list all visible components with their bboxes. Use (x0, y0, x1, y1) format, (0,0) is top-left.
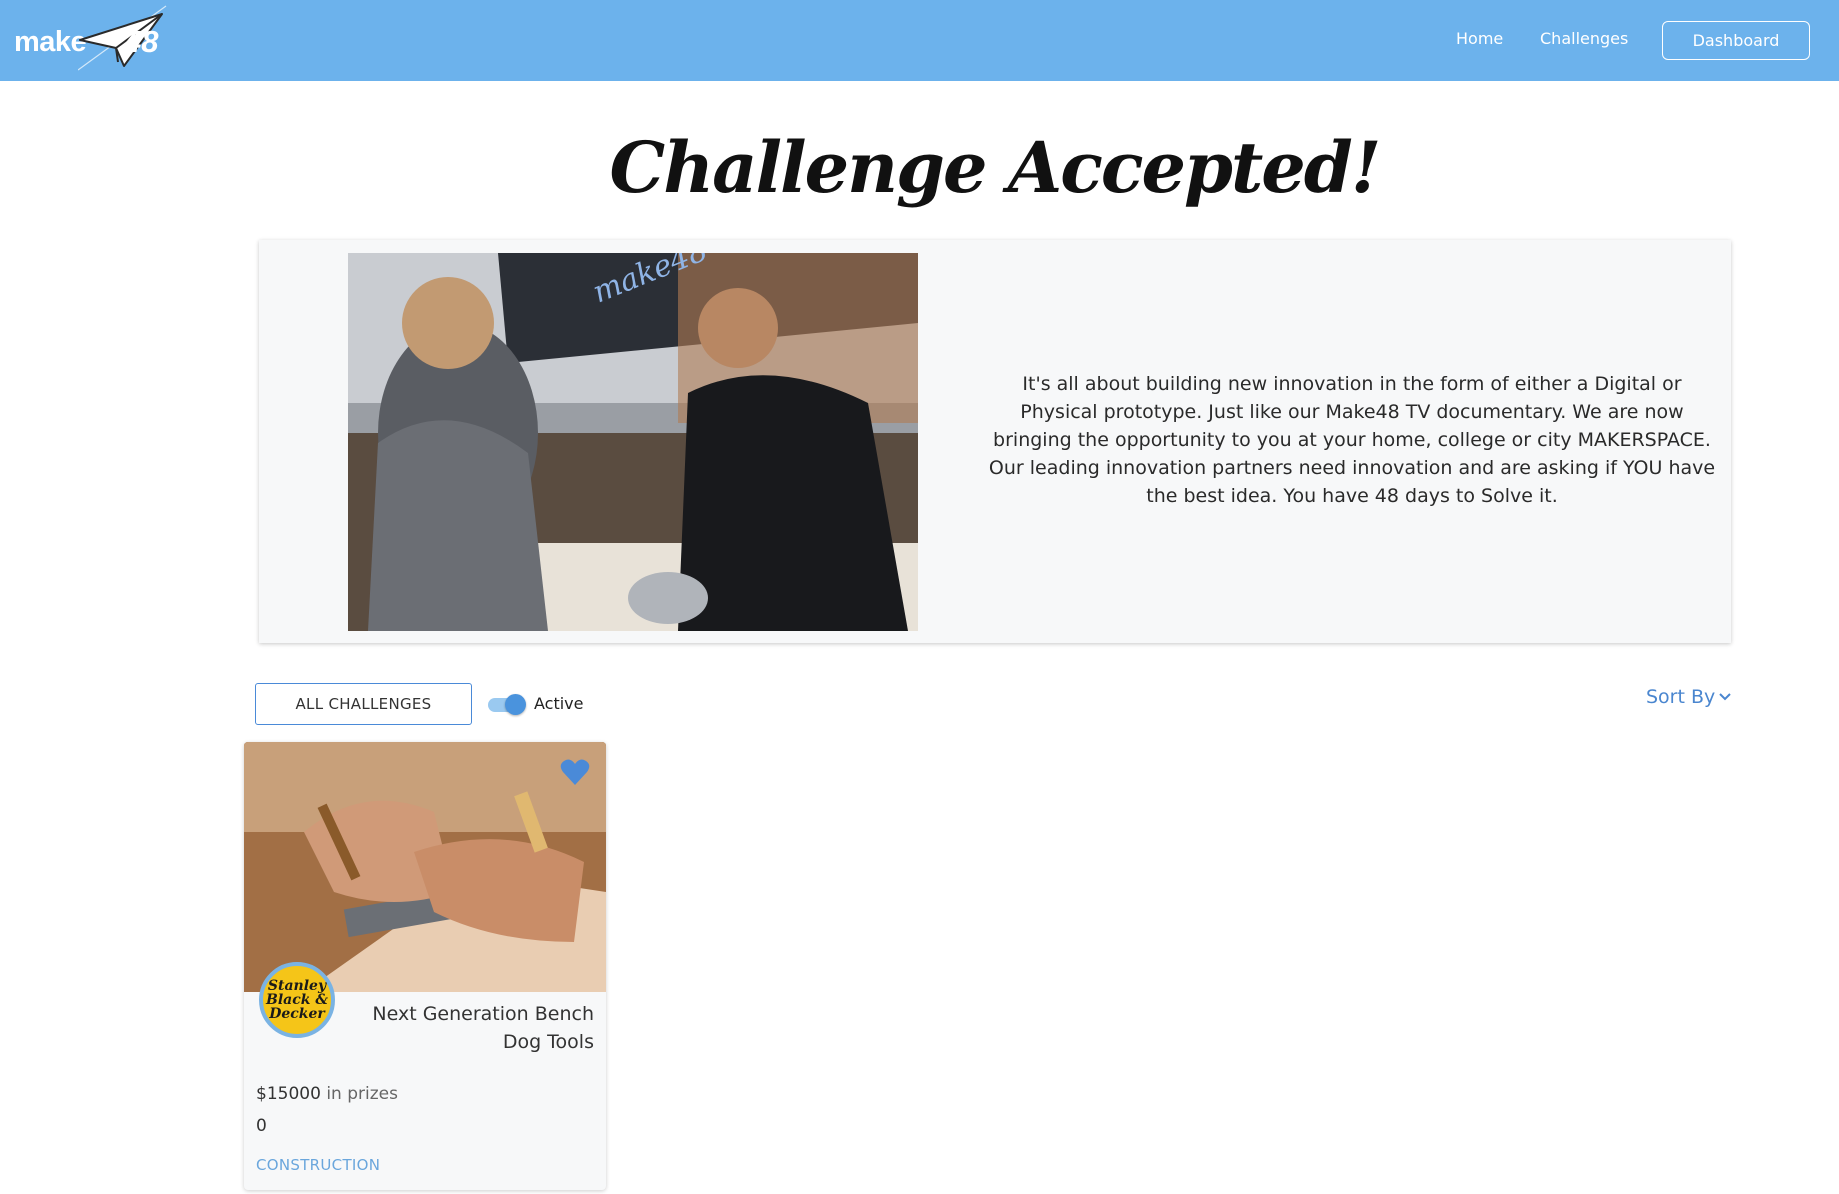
toggle-knob (505, 694, 526, 715)
hero-photo: make48 (348, 253, 918, 631)
top-navbar: make 48 Home Challenges Dashboard (0, 0, 1839, 81)
make48-logo[interactable]: make 48 (14, 4, 174, 72)
challenge-prize: $15000 in prizes (256, 1084, 398, 1104)
woodworking-image (244, 742, 606, 992)
logo-text-make: make (14, 26, 87, 58)
active-toggle-label: Active (534, 694, 584, 713)
challenge-count: 0 (256, 1116, 267, 1136)
sponsor-logo-line2: Black & (266, 992, 328, 1008)
all-challenges-button[interactable]: ALL CHALLENGES (255, 683, 472, 725)
nav-challenges-link[interactable]: Challenges (1540, 29, 1628, 48)
challenge-category-tag[interactable]: CONSTRUCTION (256, 1156, 380, 1174)
hero-card: make48 It's all about building new innov… (259, 240, 1731, 643)
sort-by-dropdown[interactable]: Sort By (1646, 686, 1732, 708)
active-toggle[interactable] (488, 694, 526, 715)
sponsor-logo-badge: Stanley Black & Decker (259, 962, 335, 1038)
sponsor-logo-line1: Stanley (267, 978, 327, 994)
hero-description: It's all about building new innovation i… (988, 373, 1716, 507)
logo-text-48: 48 (124, 24, 159, 59)
page-title: Challenge Accepted! (609, 126, 1381, 209)
dashboard-button[interactable]: Dashboard (1662, 21, 1810, 60)
makers-at-work-image: make48 (348, 253, 918, 631)
challenge-card[interactable]: Stanley Black & Decker Next Generation B… (244, 742, 606, 1190)
sort-by-label: Sort By (1646, 686, 1716, 708)
nav-home-link[interactable]: Home (1456, 29, 1503, 48)
challenge-image (244, 742, 606, 992)
challenge-title[interactable]: Next Generation Bench Dog Tools (340, 1000, 594, 1056)
prize-suffix: in prizes (326, 1084, 398, 1104)
chevron-down-icon (1719, 693, 1731, 701)
sponsor-logo-line3: Decker (269, 1006, 325, 1022)
prize-amount: $15000 (256, 1084, 321, 1104)
favorite-heart-icon[interactable] (560, 758, 590, 786)
